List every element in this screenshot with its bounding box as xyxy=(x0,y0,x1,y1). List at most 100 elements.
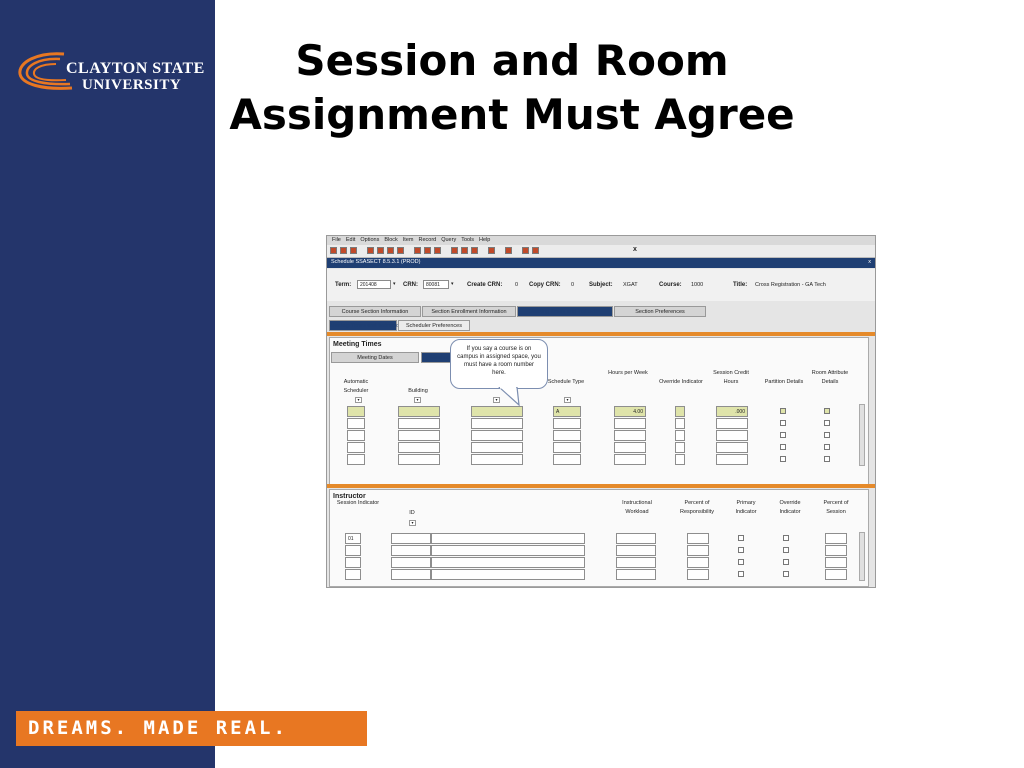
crn-field[interactable]: 80081 xyxy=(423,280,449,289)
auto-scheduler-cell[interactable] xyxy=(347,442,365,453)
session-credit-cell[interactable] xyxy=(716,418,748,429)
menu-item-file[interactable]: File xyxy=(332,236,341,245)
override-cell[interactable] xyxy=(675,454,685,465)
schedule-type-cell[interactable] xyxy=(553,454,581,465)
partition-details-checkbox[interactable] xyxy=(780,444,786,450)
session-indicator-cell[interactable] xyxy=(345,557,361,568)
instructor-id-cell[interactable] xyxy=(391,533,431,544)
crn-dropdown-icon[interactable]: ▾ xyxy=(451,281,454,287)
building-cell[interactable] xyxy=(398,418,440,429)
primary-indicator-checkbox[interactable] xyxy=(738,535,744,541)
responsibility-cell[interactable] xyxy=(687,557,709,568)
previous-block-icon[interactable] xyxy=(397,247,404,254)
menu-item-block[interactable]: Block xyxy=(384,236,397,245)
menu-item-options[interactable]: Options xyxy=(360,236,379,245)
schedule-type-cell[interactable] xyxy=(553,418,581,429)
percent-session-cell[interactable] xyxy=(825,557,847,568)
partition-details-checkbox[interactable] xyxy=(780,456,786,462)
room-cell[interactable] xyxy=(471,430,523,441)
percent-session-cell[interactable] xyxy=(825,569,847,580)
menu-item-help[interactable]: Help xyxy=(479,236,490,245)
building-cell[interactable] xyxy=(398,430,440,441)
insert-record-icon[interactable] xyxy=(367,247,374,254)
term-field[interactable]: 201408 xyxy=(357,280,391,289)
menu-item-query[interactable]: Query xyxy=(441,236,456,245)
responsibility-cell[interactable] xyxy=(687,533,709,544)
instructor-override-checkbox[interactable] xyxy=(783,535,789,541)
primary-indicator-checkbox[interactable] xyxy=(738,559,744,565)
exit-icon[interactable] xyxy=(532,247,539,254)
room-attribute-checkbox[interactable] xyxy=(824,456,830,462)
instructor-id-cell[interactable] xyxy=(391,545,431,556)
responsibility-cell[interactable] xyxy=(687,569,709,580)
help-icon[interactable] xyxy=(522,247,529,254)
workload-cell[interactable] xyxy=(616,569,656,580)
partition-details-checkbox[interactable] xyxy=(780,420,786,426)
room-attribute-checkbox[interactable] xyxy=(824,420,830,426)
session-credit-cell[interactable] xyxy=(716,442,748,453)
primary-indicator-checkbox[interactable] xyxy=(738,547,744,553)
tab-section-preferences[interactable]: Section Preferences xyxy=(614,306,706,317)
save-icon[interactable] xyxy=(330,247,337,254)
previous-record-icon[interactable] xyxy=(424,247,431,254)
schedule-type-cell[interactable]: A xyxy=(553,406,581,417)
schedule-type-lov-icon[interactable]: ▾ xyxy=(564,397,571,403)
remove-record-icon[interactable] xyxy=(377,247,384,254)
next-record-icon[interactable] xyxy=(434,247,441,254)
building-cell[interactable] xyxy=(398,454,440,465)
partition-details-checkbox[interactable] xyxy=(780,432,786,438)
workload-cell[interactable] xyxy=(616,545,656,556)
menu-item-record[interactable]: Record xyxy=(418,236,436,245)
instructor-override-checkbox[interactable] xyxy=(783,547,789,553)
id-lov-icon[interactable]: ▾ xyxy=(409,520,416,526)
next-block-icon[interactable] xyxy=(414,247,421,254)
responsibility-cell[interactable] xyxy=(687,545,709,556)
auto-scheduler-cell[interactable] xyxy=(347,454,365,465)
form-close-icon[interactable]: x xyxy=(868,259,871,265)
override-cell[interactable] xyxy=(675,442,685,453)
instructor-scrollbar[interactable] xyxy=(859,532,865,581)
auto-scheduler-cell[interactable] xyxy=(347,406,365,417)
instructor-id-cell[interactable] xyxy=(391,569,431,580)
room-cell[interactable] xyxy=(471,406,523,417)
building-cell[interactable] xyxy=(398,442,440,453)
tab-meeting-dates[interactable]: Meeting Dates xyxy=(331,352,419,363)
tab-course-section-information[interactable]: Course Section Information xyxy=(329,306,421,317)
session-indicator-cell[interactable] xyxy=(345,569,361,580)
tab-meeting-times-and-instructor[interactable]: Meeting Times and Instructor xyxy=(517,306,613,317)
cancel-query-icon[interactable] xyxy=(471,247,478,254)
menu-item-tools[interactable]: Tools xyxy=(461,236,474,245)
percent-session-cell[interactable] xyxy=(825,533,847,544)
subtab-meeting-times-and-instructor[interactable]: Meeting Times and Instructor xyxy=(329,320,401,331)
workload-cell[interactable] xyxy=(616,533,656,544)
menu-item-edit[interactable]: Edit xyxy=(346,236,355,245)
room-cell[interactable] xyxy=(471,442,523,453)
auto-scheduler-cell[interactable] xyxy=(347,418,365,429)
enter-query-icon[interactable] xyxy=(451,247,458,254)
instructor-id-cell[interactable] xyxy=(391,557,431,568)
room-attribute-checkbox[interactable] xyxy=(824,408,830,414)
auto-scheduler-lov-icon[interactable]: ▾ xyxy=(355,397,362,403)
meeting-times-scrollbar[interactable] xyxy=(859,404,865,466)
hours-per-week-cell[interactable] xyxy=(614,442,646,453)
list-values-icon[interactable] xyxy=(488,247,495,254)
override-cell[interactable] xyxy=(675,406,685,417)
workload-cell[interactable] xyxy=(616,557,656,568)
rollback-icon[interactable] xyxy=(340,247,347,254)
instructor-override-checkbox[interactable] xyxy=(783,559,789,565)
room-cell[interactable] xyxy=(471,454,523,465)
count-query-icon[interactable] xyxy=(505,247,512,254)
percent-session-cell[interactable] xyxy=(825,545,847,556)
session-credit-cell[interactable]: .000 xyxy=(716,406,748,417)
auto-scheduler-cell[interactable] xyxy=(347,430,365,441)
hours-per-week-cell[interactable] xyxy=(614,454,646,465)
override-cell[interactable] xyxy=(675,430,685,441)
subtab-scheduler-preferences[interactable]: Scheduler Preferences xyxy=(398,320,470,331)
term-dropdown-icon[interactable]: ▾ xyxy=(393,281,396,287)
hours-per-week-cell[interactable] xyxy=(614,430,646,441)
clear-record-icon[interactable] xyxy=(387,247,394,254)
building-lov-icon[interactable]: ▾ xyxy=(414,397,421,403)
session-credit-cell[interactable] xyxy=(716,454,748,465)
schedule-type-cell[interactable] xyxy=(553,442,581,453)
session-credit-cell[interactable] xyxy=(716,430,748,441)
